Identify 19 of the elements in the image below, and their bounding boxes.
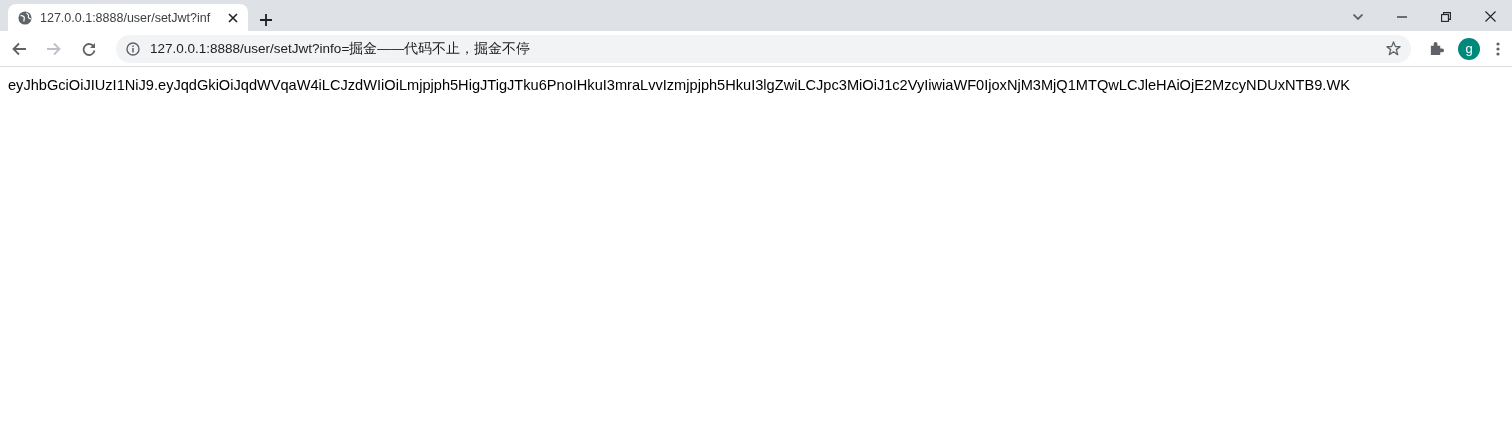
chevron-down-icon[interactable]	[1353, 13, 1363, 20]
back-icon[interactable]	[12, 41, 26, 56]
tab-title: 127.0.0.1:8888/user/setJwt?inf	[40, 10, 212, 25]
puzzle-icon[interactable]	[1429, 41, 1444, 56]
browser-tab[interactable]: 127.0.0.1:8888/user/setJwt?inf	[8, 4, 248, 31]
profile-avatar[interactable]: g	[1458, 37, 1480, 60]
star-icon[interactable]	[1386, 41, 1401, 56]
new-tab-icon[interactable]	[260, 14, 272, 26]
address-bar[interactable]: 127.0.0.1:8888/user/setJwt?info=掘金——代码不止，掘金不停	[116, 34, 1411, 63]
globe-icon	[18, 10, 32, 25]
more-icon[interactable]	[1496, 41, 1500, 56]
info-icon[interactable]	[126, 41, 140, 56]
restore-icon[interactable]	[1441, 11, 1451, 22]
close-window-icon[interactable]	[1485, 11, 1496, 22]
minimize-icon[interactable]	[1397, 15, 1407, 18]
reload-icon[interactable]	[82, 41, 96, 56]
url-text: 127.0.0.1:8888/user/setJwt?info=掘金——代码不止，掘金不停	[150, 39, 532, 58]
close-icon[interactable]	[228, 12, 238, 23]
jwt-token-text: eyJhbGciOiJIUzI1NiJ9.eyJqdGkiOiJqdWVqaW4iLCJzdWIiOiLmjpjph5HigJTigJTku6PnoIHkuI3mraLvvIzmjpjph5HkuI3lgZwiLCJpc3MiOiJ1c2VyIiwiaWF0IjoxNjM3MjQ1MTQwLCJleHAiOjE2MzcyNDUxNTB9.WK	[8, 77, 1350, 93]
